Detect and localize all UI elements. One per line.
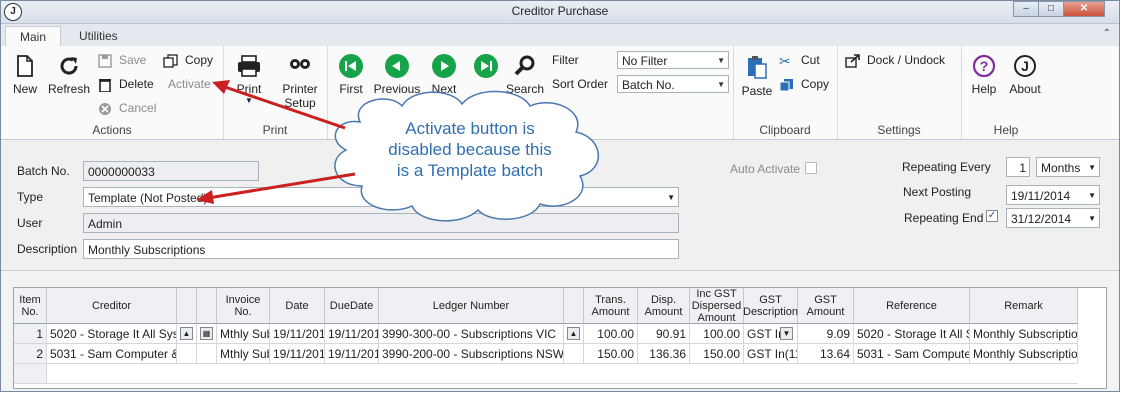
callout-arrow-type <box>196 172 356 204</box>
callout-line-1: Activate button is <box>405 119 535 138</box>
callout-line-3: is a Template batch <box>396 161 544 180</box>
callout-text: Activate button is disabled because this… <box>350 118 590 181</box>
callout-line-2: disabled because this <box>388 140 552 159</box>
callout-arrow-activate <box>212 80 346 130</box>
annotation-overlay <box>196 80 599 222</box>
